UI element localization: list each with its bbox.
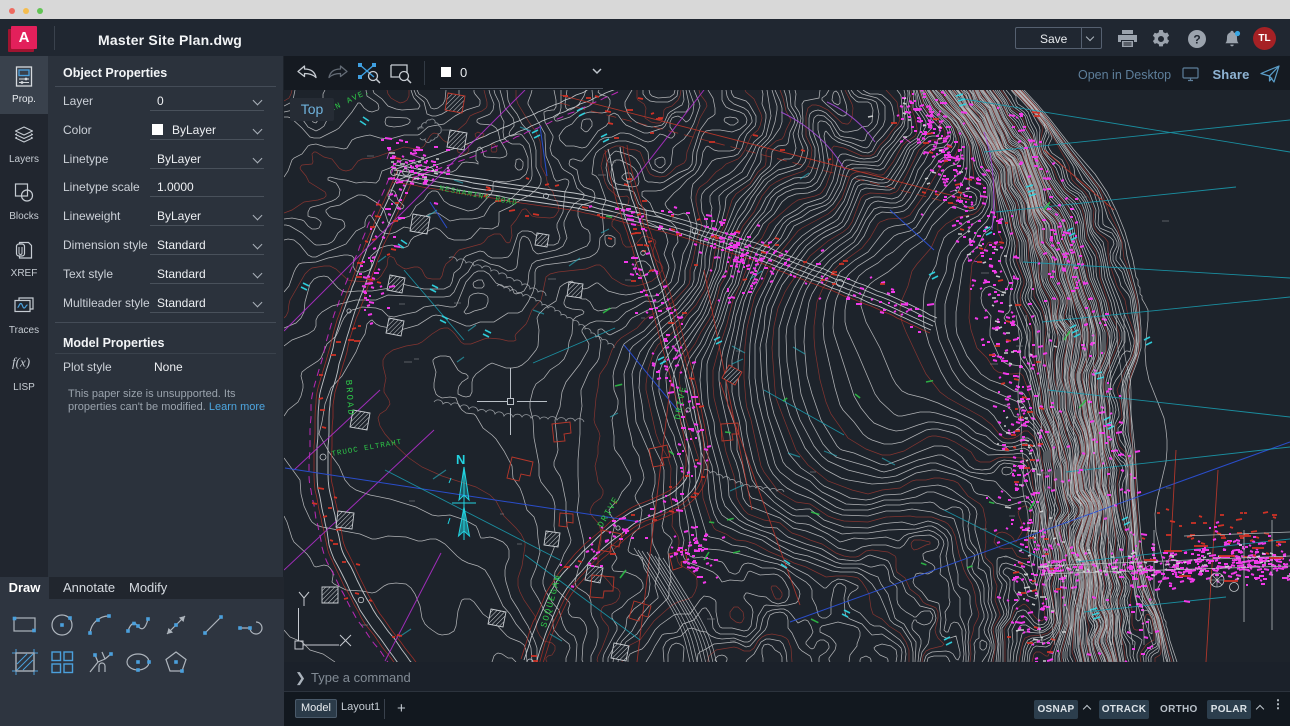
svg-text:BROAD: BROAD — [343, 380, 356, 418]
svg-text:DRIVE: DRIVE — [673, 385, 689, 421]
svg-text:DRIVE: DRIVE — [596, 495, 622, 530]
svg-text:?: ? — [1193, 32, 1200, 46]
svg-text:TRUOC ELTRAHT: TRUOC ELTRAHT — [331, 439, 403, 459]
svg-text:N: N — [456, 452, 465, 467]
svg-text:f(x): f(x) — [12, 355, 30, 370]
